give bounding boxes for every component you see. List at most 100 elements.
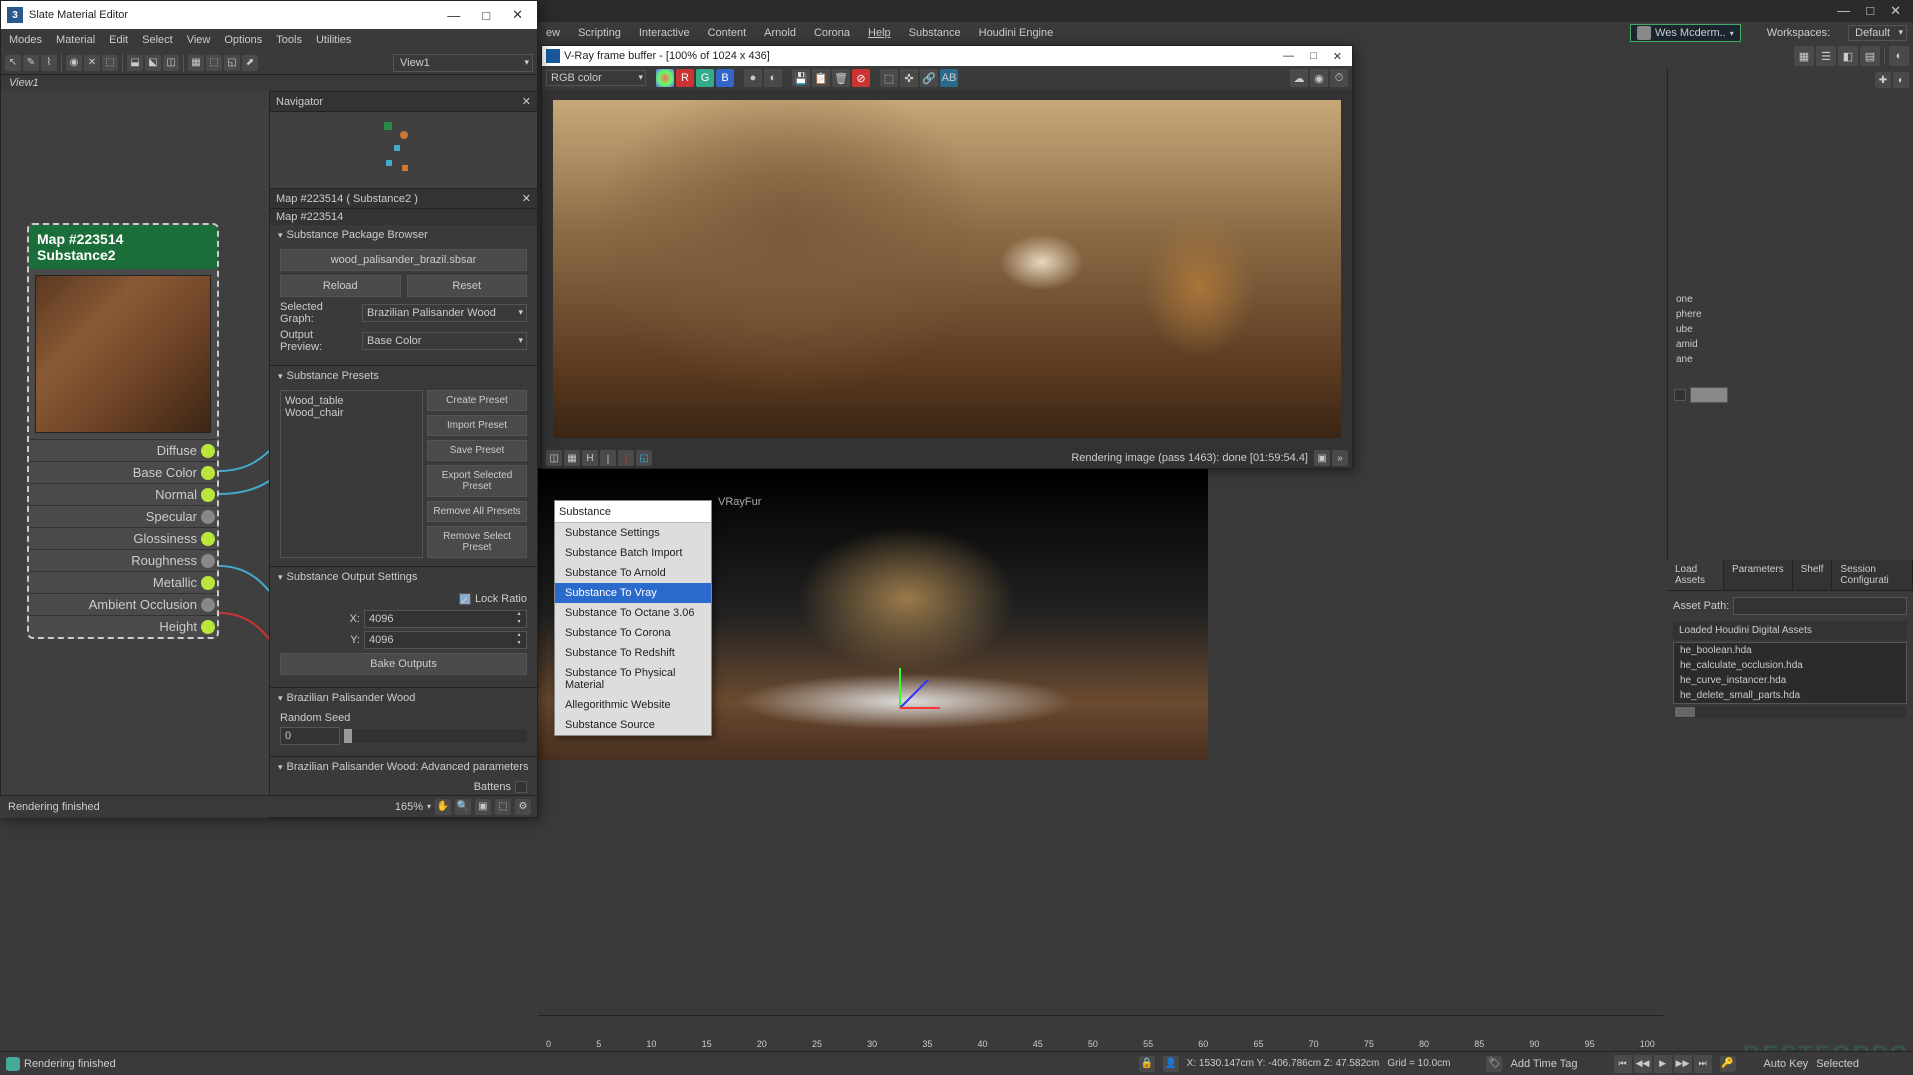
node-output[interactable]: Ambient Occlusion xyxy=(29,593,217,615)
toolbar-icon[interactable]: H xyxy=(582,450,598,466)
save-preset-button[interactable]: Save Preset xyxy=(427,440,527,461)
seed-slider[interactable] xyxy=(344,729,527,743)
red-channel-button[interactable]: R xyxy=(676,69,694,87)
node-output[interactable]: Height xyxy=(29,615,217,637)
section-header[interactable]: Brazilian Palisander Wood: Advanced para… xyxy=(270,757,537,777)
scrollbar[interactable] xyxy=(1673,706,1907,718)
eyedropper-icon[interactable]: ⌇ xyxy=(41,55,57,71)
reload-button[interactable]: Reload xyxy=(280,275,401,297)
list-item[interactable]: ane xyxy=(1668,352,1913,367)
node-output[interactable]: Glossiness xyxy=(29,527,217,549)
expand-icon[interactable]: ▣ xyxy=(1314,450,1330,466)
section-header[interactable]: Brazilian Palisander Wood xyxy=(270,688,537,708)
close-icon[interactable]: ✕ xyxy=(522,192,531,205)
region-icon[interactable]: ⬚ xyxy=(880,69,898,87)
chevron-icon[interactable]: » xyxy=(1332,450,1348,466)
menu-item-help[interactable]: Help xyxy=(868,27,891,39)
seed-spinner[interactable]: 0 xyxy=(280,727,340,745)
tab-parameters[interactable]: Parameters xyxy=(1724,560,1793,590)
tag-icon[interactable]: 🏷 xyxy=(1486,1056,1502,1072)
lock-icon[interactable]: 🔒 xyxy=(1139,1056,1155,1072)
toolbar-icon[interactable]: ◱ xyxy=(224,55,240,71)
person-icon[interactable]: 👤 xyxy=(1163,1056,1179,1072)
context-search[interactable] xyxy=(555,501,711,523)
menu-item[interactable]: Substance To Octane 3.06 xyxy=(555,603,711,623)
list-item[interactable]: he_delete_small_parts.hda xyxy=(1674,688,1906,703)
menu-item[interactable]: Select xyxy=(142,34,173,46)
menu-item[interactable]: Edit xyxy=(109,34,128,46)
prev-frame-button[interactable]: ◀◀ xyxy=(1634,1055,1652,1073)
tab-session[interactable]: Session Configurati xyxy=(1832,560,1913,590)
link-icon[interactable]: 🔗 xyxy=(920,69,938,87)
copy-icon[interactable]: 📋 xyxy=(812,69,830,87)
menu-item[interactable]: Options xyxy=(224,34,262,46)
list-item[interactable]: amid xyxy=(1668,337,1913,352)
list-item[interactable]: ube xyxy=(1668,322,1913,337)
cloud-icon[interactable]: ☁ xyxy=(1290,69,1308,87)
search-input[interactable] xyxy=(559,506,707,518)
substance-file-button[interactable]: wood_palisander_brazil.sbsar xyxy=(280,249,527,271)
toolbar-icon[interactable]: ⬚ xyxy=(102,55,118,71)
toolbar-icon[interactable]: ◱ xyxy=(636,450,652,466)
lock-ratio-checkbox[interactable]: ✓ xyxy=(459,593,471,605)
menu-item[interactable]: Houdini Engine xyxy=(979,27,1054,39)
node-output[interactable]: Specular xyxy=(29,505,217,527)
green-channel-button[interactable]: G xyxy=(696,69,714,87)
toolbar-icon[interactable]: ⬓ xyxy=(127,55,143,71)
menu-item[interactable]: Substance To Arnold xyxy=(555,563,711,583)
menu-item[interactable]: Substance Settings xyxy=(555,523,711,543)
close-icon[interactable]: ✕ xyxy=(522,95,531,108)
node-canvas[interactable]: Map #223514 Substance2 Diffuse Base Colo… xyxy=(1,91,269,795)
swatch-icon[interactable] xyxy=(656,69,674,87)
list-item[interactable]: he_calculate_occlusion.hda xyxy=(1674,658,1906,673)
toolbar-icon[interactable]: ◫ xyxy=(546,450,562,466)
play-button[interactable]: ▶ xyxy=(1654,1055,1672,1073)
menu-item[interactable]: Utilities xyxy=(316,34,351,46)
preview-select[interactable]: Base Color xyxy=(362,332,527,350)
remove-selected-button[interactable]: Remove Select Preset xyxy=(427,526,527,558)
menu-item[interactable]: View xyxy=(187,34,211,46)
toolbar-icon[interactable]: ◫ xyxy=(163,55,179,71)
asset-list[interactable]: he_boolean.hda he_calculate_occlusion.hd… xyxy=(1673,642,1907,704)
menu-item[interactable]: Substance To Physical Material xyxy=(555,663,711,695)
menu-item[interactable]: Content xyxy=(708,27,747,39)
toolbar-icon[interactable]: 丨 xyxy=(618,450,634,466)
list-item[interactable]: phere xyxy=(1668,307,1913,322)
transform-gizmo[interactable] xyxy=(900,707,960,767)
modify-tab-icon[interactable]: ◐ xyxy=(1893,72,1909,88)
key-icon[interactable]: 🔑 xyxy=(1720,1056,1736,1072)
node-output[interactable]: Base Color xyxy=(29,461,217,483)
show-icon[interactable]: ✕ xyxy=(84,55,100,71)
compare-icon[interactable]: AB xyxy=(940,69,958,87)
menu-item[interactable]: Tools xyxy=(276,34,302,46)
tab-shelf[interactable]: Shelf xyxy=(1793,560,1833,590)
menu-item[interactable]: Substance Source xyxy=(555,715,711,735)
graph-select[interactable]: Brazilian Palisander Wood xyxy=(362,304,527,322)
mono-icon[interactable]: ● xyxy=(744,69,762,87)
menu-item[interactable]: Substance To Corona xyxy=(555,623,711,643)
node-output[interactable]: Metallic xyxy=(29,571,217,593)
stop-icon[interactable]: ⊘ xyxy=(852,69,870,87)
list-item[interactable]: he_curve_instancer.hda xyxy=(1674,673,1906,688)
zoom-icon[interactable]: 🔍 xyxy=(455,799,471,815)
menu-item[interactable]: Substance To Redshift xyxy=(555,643,711,663)
section-header[interactable]: Substance Presets xyxy=(270,366,537,386)
create-tab-icon[interactable]: ✚ xyxy=(1875,72,1891,88)
export-preset-button[interactable]: Export Selected Preset xyxy=(427,465,527,497)
goto-end-button[interactable]: ⏭ xyxy=(1694,1055,1712,1073)
next-frame-button[interactable]: ▶▶ xyxy=(1674,1055,1692,1073)
hand-icon[interactable]: ✋ xyxy=(435,799,451,815)
track-icon[interactable]: ✜ xyxy=(900,69,918,87)
x-spinner[interactable]: 4096▴▾ xyxy=(364,610,527,628)
battens-checkbox[interactable] xyxy=(515,781,527,793)
add-time-tag[interactable]: Add Time Tag xyxy=(1510,1058,1577,1070)
lens-icon[interactable]: ◉ xyxy=(1310,69,1328,87)
minimize-icon[interactable]: — xyxy=(439,8,468,23)
menu-item[interactable]: Substance Batch Import xyxy=(555,543,711,563)
workspace-select[interactable]: Default xyxy=(1848,25,1907,41)
menu-item[interactable]: Interactive xyxy=(639,27,690,39)
minimize-icon[interactable]: — xyxy=(1277,50,1300,62)
menu-item[interactable]: Scripting xyxy=(578,27,621,39)
toolbar-icon[interactable]: ▦ xyxy=(188,55,204,71)
goto-start-button[interactable]: ⏮ xyxy=(1614,1055,1632,1073)
